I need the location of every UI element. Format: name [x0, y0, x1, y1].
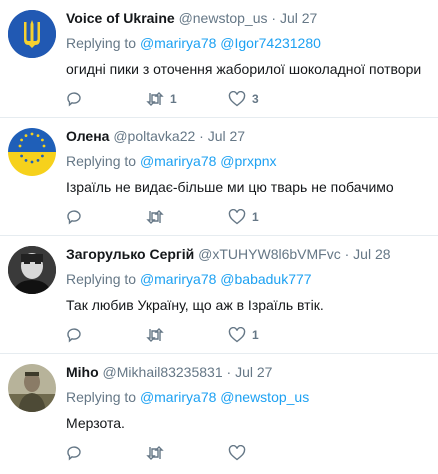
retweet-icon [146, 92, 164, 106]
soldier-photo [8, 364, 56, 412]
like-count: 3 [252, 92, 259, 106]
user-handle[interactable]: @poltavka22 [113, 128, 195, 144]
retweet-button[interactable] [146, 445, 170, 461]
retweet-icon [146, 210, 164, 224]
retweet-button[interactable]: 1 [146, 91, 177, 107]
tweet-date[interactable]: Jul 27 [235, 364, 272, 380]
eu-ukraine-flag-icon [8, 128, 56, 176]
tweet-date[interactable]: Jul 27 [280, 10, 317, 26]
heart-icon [228, 327, 246, 343]
tweet-date[interactable]: Jul 27 [208, 128, 245, 144]
ukraine-trident-icon [8, 10, 56, 58]
retweet-icon [146, 328, 164, 342]
mention-link[interactable]: @marirya78 [140, 153, 216, 169]
replying-to: Replying to @marirya78 @prxpnx [66, 153, 277, 169]
tweet-text: Мерзота. [66, 415, 125, 431]
reply-button[interactable] [66, 91, 82, 107]
replying-to: Replying to @marirya78 @babaduk777 [66, 271, 312, 287]
tweet-header: Загорулько Сергій @xTUHYW8l6bVMFvc · Jul… [66, 246, 391, 262]
mention-link[interactable]: @newstop_us [220, 389, 309, 405]
portrait-photo [8, 246, 56, 294]
retweet-button[interactable] [146, 327, 170, 343]
reply-button[interactable] [66, 209, 82, 225]
user-handle[interactable]: @Mikhail83235831 [103, 364, 223, 380]
avatar[interactable] [8, 246, 56, 294]
reply-icon [67, 92, 81, 107]
heart-icon [228, 91, 246, 107]
tweet-text: Так любив Україну, що аж в Ізраїль втік. [66, 297, 324, 313]
separator-dot: · [271, 10, 277, 26]
reply-button[interactable] [66, 327, 82, 343]
replying-label: Replying to [66, 389, 137, 405]
display-name[interactable]: Олена [66, 128, 109, 144]
mention-link[interactable]: @babaduk777 [220, 271, 311, 287]
tweet[interactable]: Voice of Ukraine @newstop_us · Jul 27 Re… [0, 0, 438, 118]
like-button[interactable]: 1 [228, 209, 259, 225]
tweet-header: Олена @poltavka22 · Jul 27 [66, 128, 245, 144]
display-name[interactable]: Voice of Ukraine [66, 10, 175, 26]
tweet-date[interactable]: Jul 28 [353, 246, 390, 262]
reply-icon [67, 210, 81, 225]
like-count: 1 [252, 210, 259, 224]
separator-dot: · [344, 246, 350, 262]
like-count: 1 [252, 328, 259, 342]
mention-link[interactable]: @prxpnx [220, 153, 276, 169]
avatar[interactable] [8, 10, 56, 58]
avatar[interactable] [8, 364, 56, 412]
user-handle[interactable]: @newstop_us [179, 10, 268, 26]
tweet-text: Ізраїль не видає-більше ми цю тварь не п… [66, 179, 394, 195]
tweet-header: Voice of Ukraine @newstop_us · Jul 27 [66, 10, 317, 26]
mention-link[interactable]: @marirya78 [140, 389, 216, 405]
reply-button[interactable] [66, 445, 82, 461]
display-name[interactable]: Загорулько Сергій [66, 246, 194, 262]
reply-icon [67, 446, 81, 461]
replying-to: Replying to @marirya78 @newstop_us [66, 389, 309, 405]
heart-icon [228, 209, 246, 225]
like-button[interactable]: 3 [228, 91, 259, 107]
retweet-icon [146, 446, 164, 460]
avatar[interactable] [8, 128, 56, 176]
user-handle[interactable]: @xTUHYW8l6bVMFvc [198, 246, 341, 262]
display-name[interactable]: Miho [66, 364, 99, 380]
tweet[interactable]: Загорулько Сергій @xTUHYW8l6bVMFvc · Jul… [0, 236, 438, 354]
tweet[interactable]: Олена @poltavka22 · Jul 27 Replying to @… [0, 118, 438, 236]
tweet[interactable]: Miho @Mikhail83235831 · Jul 27 Replying … [0, 354, 438, 474]
like-button[interactable] [228, 445, 252, 461]
separator-dot: · [199, 128, 204, 144]
mention-link[interactable]: @marirya78 [140, 271, 216, 287]
replying-to: Replying to @marirya78 @Igor74231280 [66, 35, 321, 51]
retweet-button[interactable] [146, 209, 170, 225]
mention-link[interactable]: @marirya78 [140, 35, 216, 51]
replying-label: Replying to [66, 35, 137, 51]
mention-link[interactable]: @Igor74231280 [220, 35, 321, 51]
replying-label: Replying to [66, 153, 137, 169]
heart-icon [228, 445, 246, 461]
separator-dot: · [226, 364, 232, 380]
replying-label: Replying to [66, 271, 137, 287]
retweet-count: 1 [170, 92, 177, 106]
tweet-text: огидні пики з оточення жаборилої шоколад… [66, 61, 422, 77]
tweet-header: Miho @Mikhail83235831 · Jul 27 [66, 364, 272, 380]
reply-icon [67, 328, 81, 343]
like-button[interactable]: 1 [228, 327, 259, 343]
